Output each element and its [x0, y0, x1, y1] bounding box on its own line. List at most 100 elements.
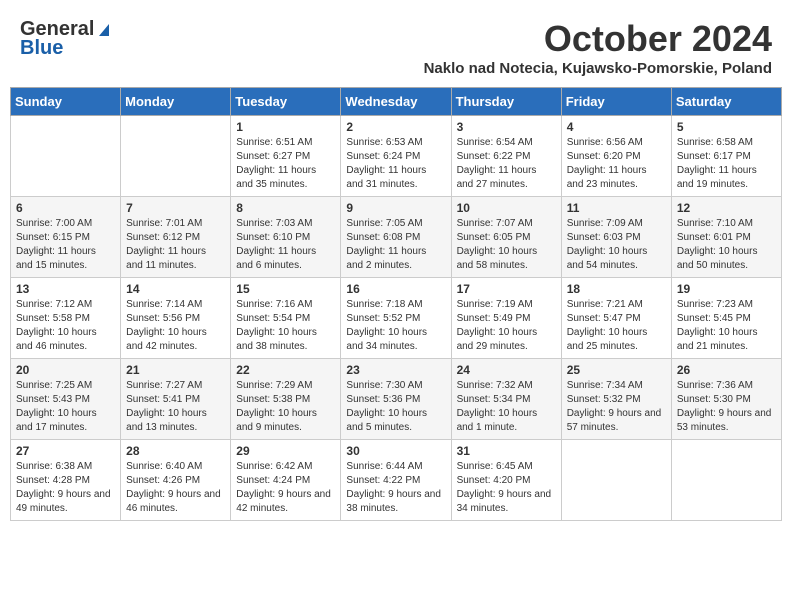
- table-row: 7 Sunrise: 7:01 AM Sunset: 6:12 PM Daylig…: [121, 197, 231, 278]
- day-number: 22: [236, 363, 335, 377]
- day-number: 16: [346, 282, 445, 296]
- day-info: Sunrise: 7:01 AM Sunset: 6:12 PM Dayligh…: [126, 217, 225, 273]
- table-row: 28 Sunrise: 6:40 AM Sunset: 4:26 PM Dayli…: [121, 440, 231, 521]
- table-row: [121, 116, 231, 197]
- day-number: 27: [16, 444, 115, 458]
- table-row: 4 Sunrise: 6:56 AM Sunset: 6:20 PM Daylig…: [561, 116, 671, 197]
- day-info: Sunrise: 6:40 AM Sunset: 4:26 PM Dayligh…: [126, 460, 225, 516]
- table-row: 25Sunrise: 7:34 AM Sunset: 5:32 PM Dayli…: [561, 359, 671, 440]
- table-row: 27 Sunrise: 6:38 AM Sunset: 4:28 PM Dayli…: [11, 440, 121, 521]
- day-info: Sunrise: 6:54 AM Sunset: 6:22 PM Dayligh…: [457, 136, 556, 192]
- calendar-week-row: 13 Sunrise: 7:12 AM Sunset: 5:58 PM Dayli…: [11, 278, 782, 359]
- table-row: 23 Sunrise: 7:30 AM Sunset: 5:36 PM Dayli…: [341, 359, 451, 440]
- table-row: 21 Sunrise: 7:27 AM Sunset: 5:41 PM Dayli…: [121, 359, 231, 440]
- page-header: General Blue October 2024 Naklo nad Note…: [10, 10, 782, 81]
- day-number: 23: [346, 363, 445, 377]
- table-row: 20 Sunrise: 7:25 AM Sunset: 5:43 PM Dayli…: [11, 359, 121, 440]
- logo-blue-text: Blue: [20, 37, 63, 60]
- day-info: Sunrise: 6:53 AM Sunset: 6:24 PM Dayligh…: [346, 136, 445, 192]
- header-monday: Monday: [121, 88, 231, 116]
- day-info: Sunrise: 7:27 AM Sunset: 5:41 PM Dayligh…: [126, 379, 225, 435]
- day-number: 5: [677, 120, 776, 134]
- day-info: Sunrise: 7:36 AM Sunset: 5:30 PM Dayligh…: [677, 379, 776, 435]
- logo: General Blue: [20, 18, 113, 60]
- day-number: 1: [236, 120, 335, 134]
- table-row: [671, 440, 781, 521]
- day-info: Sunrise: 6:58 AM Sunset: 6:17 PM Dayligh…: [677, 136, 776, 192]
- day-info: Sunrise: 6:44 AM Sunset: 4:22 PM Dayligh…: [346, 460, 445, 516]
- table-row: 2 Sunrise: 6:53 AM Sunset: 6:24 PM Daylig…: [341, 116, 451, 197]
- day-info: Sunrise: 7:12 AM Sunset: 5:58 PM Dayligh…: [16, 298, 115, 354]
- table-row: 16 Sunrise: 7:18 AM Sunset: 5:52 PM Dayli…: [341, 278, 451, 359]
- day-number: 28: [126, 444, 225, 458]
- day-number: 15: [236, 282, 335, 296]
- table-row: 6Sunrise: 7:00 AM Sunset: 6:15 PM Daylig…: [11, 197, 121, 278]
- table-row: 12Sunrise: 7:10 AM Sunset: 6:01 PM Dayli…: [671, 197, 781, 278]
- day-info: Sunrise: 7:00 AM Sunset: 6:15 PM Dayligh…: [16, 217, 115, 273]
- day-number: 4: [567, 120, 666, 134]
- calendar-week-row: 20 Sunrise: 7:25 AM Sunset: 5:43 PM Dayli…: [11, 359, 782, 440]
- day-info: Sunrise: 7:07 AM Sunset: 6:05 PM Dayligh…: [457, 217, 556, 273]
- day-info: Sunrise: 7:14 AM Sunset: 5:56 PM Dayligh…: [126, 298, 225, 354]
- day-info: Sunrise: 6:38 AM Sunset: 4:28 PM Dayligh…: [16, 460, 115, 516]
- day-info: Sunrise: 6:51 AM Sunset: 6:27 PM Dayligh…: [236, 136, 335, 192]
- day-info: Sunrise: 7:21 AM Sunset: 5:47 PM Dayligh…: [567, 298, 666, 354]
- day-number: 10: [457, 201, 556, 215]
- table-row: 9Sunrise: 7:05 AM Sunset: 6:08 PM Daylig…: [341, 197, 451, 278]
- header-saturday: Saturday: [671, 88, 781, 116]
- location-title: Naklo nad Notecia, Kujawsko-Pomorskie, P…: [424, 60, 772, 77]
- day-info: Sunrise: 7:25 AM Sunset: 5:43 PM Dayligh…: [16, 379, 115, 435]
- calendar-header-row: Sunday Monday Tuesday Wednesday Thursday…: [11, 88, 782, 116]
- table-row: 26 Sunrise: 7:36 AM Sunset: 5:30 PM Dayli…: [671, 359, 781, 440]
- day-info: Sunrise: 7:34 AM Sunset: 5:32 PM Dayligh…: [567, 379, 666, 435]
- table-row: 24 Sunrise: 7:32 AM Sunset: 5:34 PM Dayli…: [451, 359, 561, 440]
- table-row: 19Sunrise: 7:23 AM Sunset: 5:45 PM Dayli…: [671, 278, 781, 359]
- header-friday: Friday: [561, 88, 671, 116]
- header-sunday: Sunday: [11, 88, 121, 116]
- table-row: 14 Sunrise: 7:14 AM Sunset: 5:56 PM Dayli…: [121, 278, 231, 359]
- day-info: Sunrise: 7:19 AM Sunset: 5:49 PM Dayligh…: [457, 298, 556, 354]
- table-row: 29Sunrise: 6:42 AM Sunset: 4:24 PM Dayli…: [231, 440, 341, 521]
- day-number: 26: [677, 363, 776, 377]
- day-number: 24: [457, 363, 556, 377]
- table-row: 15 Sunrise: 7:16 AM Sunset: 5:54 PM Dayli…: [231, 278, 341, 359]
- day-number: 2: [346, 120, 445, 134]
- table-row: 30Sunrise: 6:44 AM Sunset: 4:22 PM Dayli…: [341, 440, 451, 521]
- day-info: Sunrise: 7:03 AM Sunset: 6:10 PM Dayligh…: [236, 217, 335, 273]
- day-number: 13: [16, 282, 115, 296]
- day-number: 20: [16, 363, 115, 377]
- title-section: October 2024 Naklo nad Notecia, Kujawsko…: [424, 18, 772, 77]
- calendar-week-row: 6Sunrise: 7:00 AM Sunset: 6:15 PM Daylig…: [11, 197, 782, 278]
- calendar-table: Sunday Monday Tuesday Wednesday Thursday…: [10, 87, 782, 521]
- day-info: Sunrise: 7:32 AM Sunset: 5:34 PM Dayligh…: [457, 379, 556, 435]
- header-wednesday: Wednesday: [341, 88, 451, 116]
- table-row: 18 Sunrise: 7:21 AM Sunset: 5:47 PM Dayli…: [561, 278, 671, 359]
- day-number: 7: [126, 201, 225, 215]
- day-info: Sunrise: 7:18 AM Sunset: 5:52 PM Dayligh…: [346, 298, 445, 354]
- table-row: 31 Sunrise: 6:45 AM Sunset: 4:20 PM Dayli…: [451, 440, 561, 521]
- day-info: Sunrise: 7:16 AM Sunset: 5:54 PM Dayligh…: [236, 298, 335, 354]
- day-number: 21: [126, 363, 225, 377]
- header-tuesday: Tuesday: [231, 88, 341, 116]
- calendar-week-row: 1 Sunrise: 6:51 AM Sunset: 6:27 PM Daylig…: [11, 116, 782, 197]
- day-number: 14: [126, 282, 225, 296]
- day-info: Sunrise: 7:05 AM Sunset: 6:08 PM Dayligh…: [346, 217, 445, 273]
- day-info: Sunrise: 7:30 AM Sunset: 5:36 PM Dayligh…: [346, 379, 445, 435]
- day-number: 11: [567, 201, 666, 215]
- table-row: 11Sunrise: 7:09 AM Sunset: 6:03 PM Dayli…: [561, 197, 671, 278]
- table-row: 17 Sunrise: 7:19 AM Sunset: 5:49 PM Dayli…: [451, 278, 561, 359]
- day-number: 8: [236, 201, 335, 215]
- day-info: Sunrise: 6:56 AM Sunset: 6:20 PM Dayligh…: [567, 136, 666, 192]
- day-number: 17: [457, 282, 556, 296]
- calendar-week-row: 27 Sunrise: 6:38 AM Sunset: 4:28 PM Dayli…: [11, 440, 782, 521]
- table-row: 3 Sunrise: 6:54 AM Sunset: 6:22 PM Daylig…: [451, 116, 561, 197]
- logo-triangle-icon: [95, 20, 113, 38]
- day-number: 12: [677, 201, 776, 215]
- table-row: 8 Sunrise: 7:03 AM Sunset: 6:10 PM Daylig…: [231, 197, 341, 278]
- day-number: 29: [236, 444, 335, 458]
- day-number: 3: [457, 120, 556, 134]
- day-info: Sunrise: 6:45 AM Sunset: 4:20 PM Dayligh…: [457, 460, 556, 516]
- day-number: 31: [457, 444, 556, 458]
- day-number: 18: [567, 282, 666, 296]
- table-row: 13 Sunrise: 7:12 AM Sunset: 5:58 PM Dayli…: [11, 278, 121, 359]
